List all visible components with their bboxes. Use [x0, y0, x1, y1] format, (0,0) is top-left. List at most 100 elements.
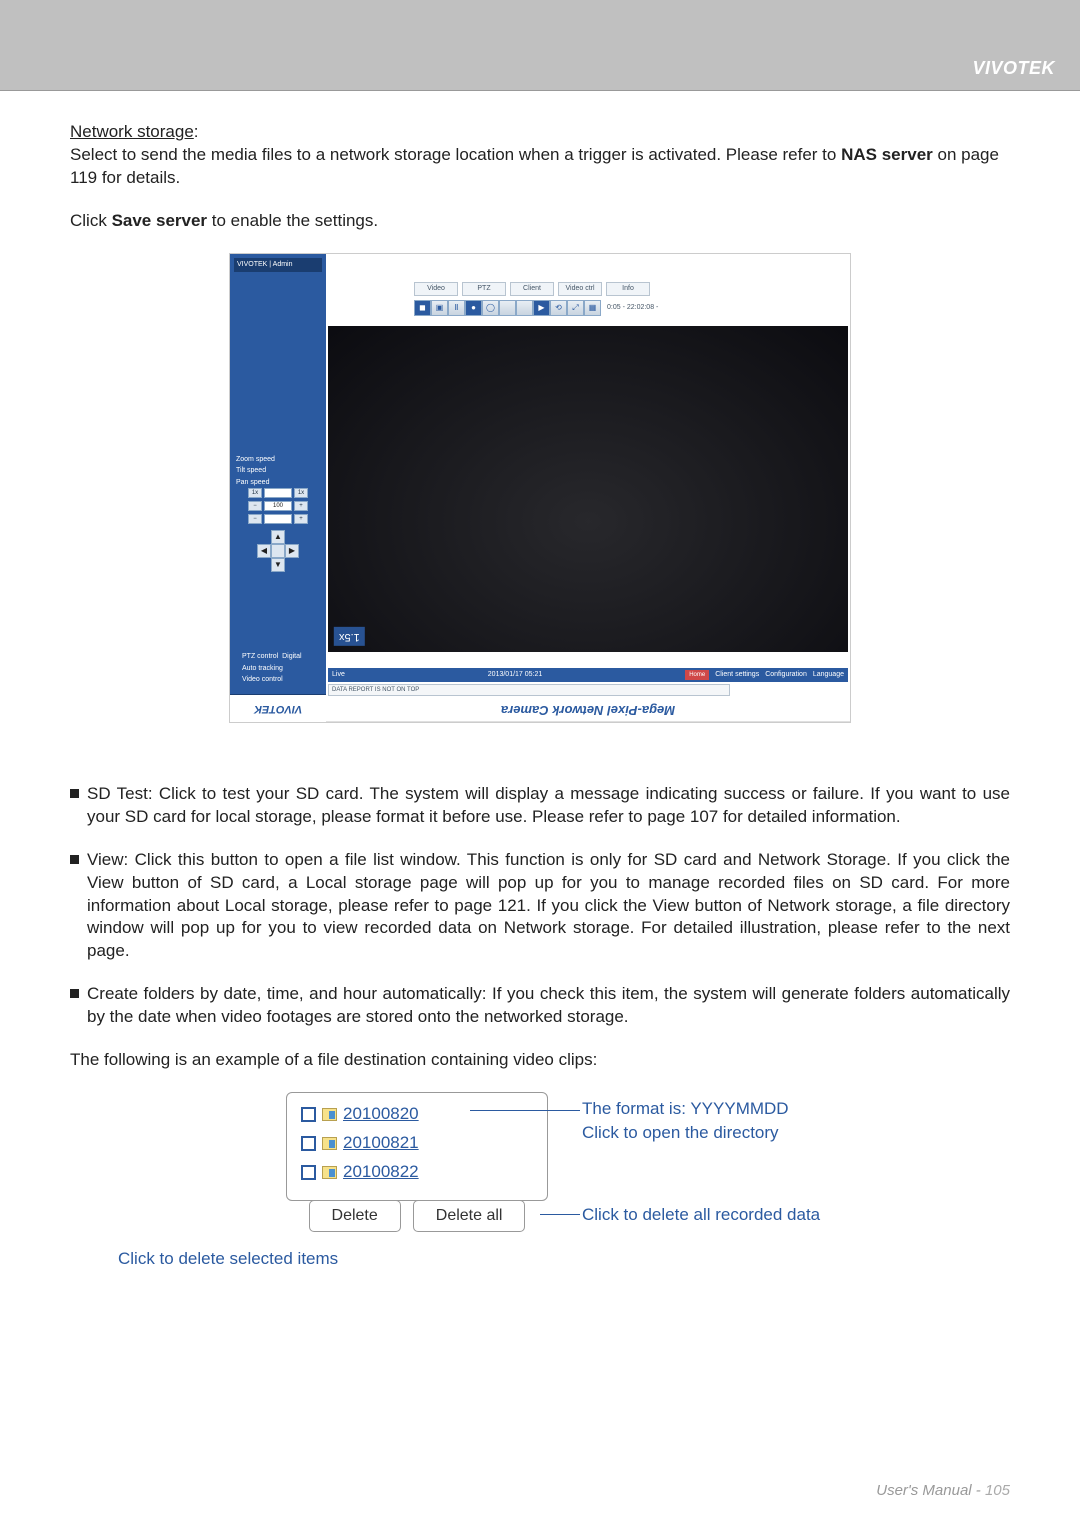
- video-control-label: Video control: [236, 674, 320, 685]
- folder-icon: [322, 1108, 337, 1121]
- pan-speed-label: Pan speed: [230, 477, 326, 488]
- ctrl-plus-2[interactable]: +: [294, 501, 308, 511]
- ctrl-minus-3[interactable]: −: [248, 514, 262, 524]
- vivotek-logo-text: VIVOTEK: [254, 701, 302, 716]
- footer-page-number: 105: [985, 1482, 1010, 1499]
- camera-toolbar: ◼ ▣ Ⅱ ● ◯ ▶ ⟲ ⤢ ▦ 0:05 - 22:02:08 -: [414, 300, 658, 316]
- bullet-sd-test-text: SD Test: Click to test your SD card. The…: [87, 783, 1010, 829]
- tb-btn-5[interactable]: ◯: [482, 300, 499, 316]
- tab-video[interactable]: Video: [414, 282, 458, 296]
- ptz-dpad: ▲ ◀ ▶ ▼: [230, 530, 326, 572]
- folder-checkbox[interactable]: [301, 1136, 316, 1151]
- status-link-client[interactable]: Client settings: [715, 670, 759, 679]
- zoom-badge: 1.5x: [334, 627, 365, 646]
- status-link-config[interactable]: Configuration: [765, 670, 807, 679]
- status-left: Live: [332, 670, 345, 679]
- ctrl-value-1[interactable]: [264, 488, 292, 498]
- status-badge-home[interactable]: Home: [685, 670, 709, 680]
- annot-format: The format is: YYYYMMDD: [582, 1098, 789, 1121]
- save-server-bold: Save server: [112, 211, 207, 230]
- folder-link-3[interactable]: 20100822: [343, 1161, 419, 1184]
- folder-list-box: 20100820 20100821 20100822: [286, 1092, 548, 1201]
- folder-row-1: 20100820: [301, 1103, 533, 1126]
- tb-btn-11[interactable]: ▦: [584, 300, 601, 316]
- tb-btn-2[interactable]: ▣: [431, 300, 448, 316]
- document-page: VIVOTEK Network storage: Select to send …: [0, 0, 1080, 1527]
- tb-btn-9[interactable]: ⟲: [550, 300, 567, 316]
- tb-btn-6[interactable]: [499, 300, 516, 316]
- dpad-right[interactable]: ▶: [285, 544, 299, 558]
- bullet-square-icon: [70, 789, 79, 798]
- camera-title: Mega-Pixel Network Camera: [326, 700, 850, 722]
- annot-delete-sel: Click to delete selected items: [118, 1248, 338, 1271]
- status-date: 2013/01/17 05:21: [488, 670, 543, 679]
- camera-sidebar-logo: VIVOTEK: [230, 694, 326, 722]
- bullet-view: View: Click this button to open a file l…: [70, 849, 1010, 964]
- camera-main-area: Video PTZ Client Video ctrl Info ◼ ▣ Ⅱ ●…: [326, 254, 850, 722]
- tab-client[interactable]: Client: [510, 282, 554, 296]
- ctrl-minus-2[interactable]: −: [248, 501, 262, 511]
- bullet-square-icon: [70, 989, 79, 998]
- tb-btn-8[interactable]: ▶: [533, 300, 550, 316]
- ptz-control-label: PTZ control Digital: [236, 651, 320, 662]
- camera-ui-screenshot: VIVOTEK | Admin Zoom speed Tilt speed Pa…: [229, 253, 851, 723]
- camera-info-bar: DATA REPORT IS NOT ON TOP: [328, 684, 730, 696]
- delete-button[interactable]: Delete: [309, 1200, 401, 1232]
- folder-link-1[interactable]: 20100820: [343, 1103, 419, 1126]
- zoom-speed-label: Zoom speed: [230, 454, 326, 465]
- brand-label: VIVOTEK: [972, 58, 1055, 79]
- camera-sidebar-controls: Zoom speed Tilt speed Pan speed 1x 1x − …: [230, 454, 326, 572]
- tb-btn-4[interactable]: ●: [465, 300, 482, 316]
- tab-video-ctrl[interactable]: Video ctrl: [558, 282, 602, 296]
- bullet-folders-text: Create folders by date, time, and hour a…: [87, 983, 1010, 1029]
- tb-timestamp: 0:05 - 22:02:08 -: [607, 303, 658, 312]
- example-section: 20100820 20100821 20100822 Delete Delete…: [70, 1092, 1010, 1292]
- camera-status-bar: Live 2013/01/17 05:21 Home Client settin…: [328, 668, 848, 682]
- folder-checkbox[interactable]: [301, 1165, 316, 1180]
- auto-tracking-label: Auto tracking: [236, 663, 320, 674]
- folder-checkbox[interactable]: [301, 1107, 316, 1122]
- folder-link-2[interactable]: 20100821: [343, 1132, 419, 1155]
- ctrl-minus[interactable]: 1x: [248, 488, 262, 498]
- delete-all-button[interactable]: Delete all: [413, 1200, 526, 1232]
- para2-prefix: Click: [70, 211, 112, 230]
- dpad-left[interactable]: ◀: [257, 544, 271, 558]
- page-header-bar: VIVOTEK: [0, 0, 1080, 90]
- camera-sidebar: VIVOTEK | Admin Zoom speed Tilt speed Pa…: [230, 254, 326, 722]
- bullet-folders: Create folders by date, time, and hour a…: [70, 983, 1010, 1029]
- status-link-lang[interactable]: Language: [813, 670, 844, 679]
- para1-prefix: Select to send the media files to a netw…: [70, 145, 841, 164]
- annot-line-format: [470, 1110, 580, 1111]
- tab-ptz[interactable]: PTZ: [462, 282, 506, 296]
- dpad-center[interactable]: [271, 544, 285, 558]
- bullet-view-text: View: Click this button to open a file l…: [87, 849, 1010, 964]
- folder-row-2: 20100821: [301, 1132, 533, 1155]
- ctrl-plus[interactable]: 1x: [294, 488, 308, 498]
- tb-btn-3[interactable]: Ⅱ: [448, 300, 465, 316]
- tab-info[interactable]: Info: [606, 282, 650, 296]
- ctrl-value-2[interactable]: 100: [264, 501, 292, 511]
- save-server-para: Click Save server to enable the settings…: [70, 210, 1010, 233]
- network-storage-para: Network storage: Select to send the medi…: [70, 121, 1010, 190]
- page-content: Network storage: Select to send the medi…: [0, 91, 1080, 1292]
- annot-open-dir: Click to open the directory: [582, 1122, 779, 1145]
- camera-sidebar-header: VIVOTEK | Admin: [234, 258, 322, 272]
- dpad-up[interactable]: ▲: [271, 530, 285, 544]
- tb-btn-1[interactable]: ◼: [414, 300, 431, 316]
- folder-icon: [322, 1137, 337, 1150]
- ctrl-plus-3[interactable]: +: [294, 514, 308, 524]
- page-footer: User's Manual - 105: [876, 1482, 1010, 1499]
- tb-btn-10[interactable]: ⤢: [567, 300, 584, 316]
- example-intro: The following is an example of a file de…: [70, 1049, 1010, 1072]
- para2-suffix: to enable the settings.: [207, 211, 378, 230]
- tb-btn-7[interactable]: [516, 300, 533, 316]
- section-heading: Network storage: [70, 122, 194, 141]
- camera-video-feed[interactable]: 1.5x: [328, 326, 848, 652]
- bullet-sd-test: SD Test: Click to test your SD card. The…: [70, 783, 1010, 829]
- camera-sidebar-bottom: PTZ control Digital Auto tracking Video …: [230, 651, 326, 685]
- folder-row-3: 20100822: [301, 1161, 533, 1184]
- bullet-square-icon: [70, 855, 79, 864]
- annot-line-delete-all: [540, 1214, 580, 1215]
- ctrl-value-3[interactable]: [264, 514, 292, 524]
- dpad-down[interactable]: ▼: [271, 558, 285, 572]
